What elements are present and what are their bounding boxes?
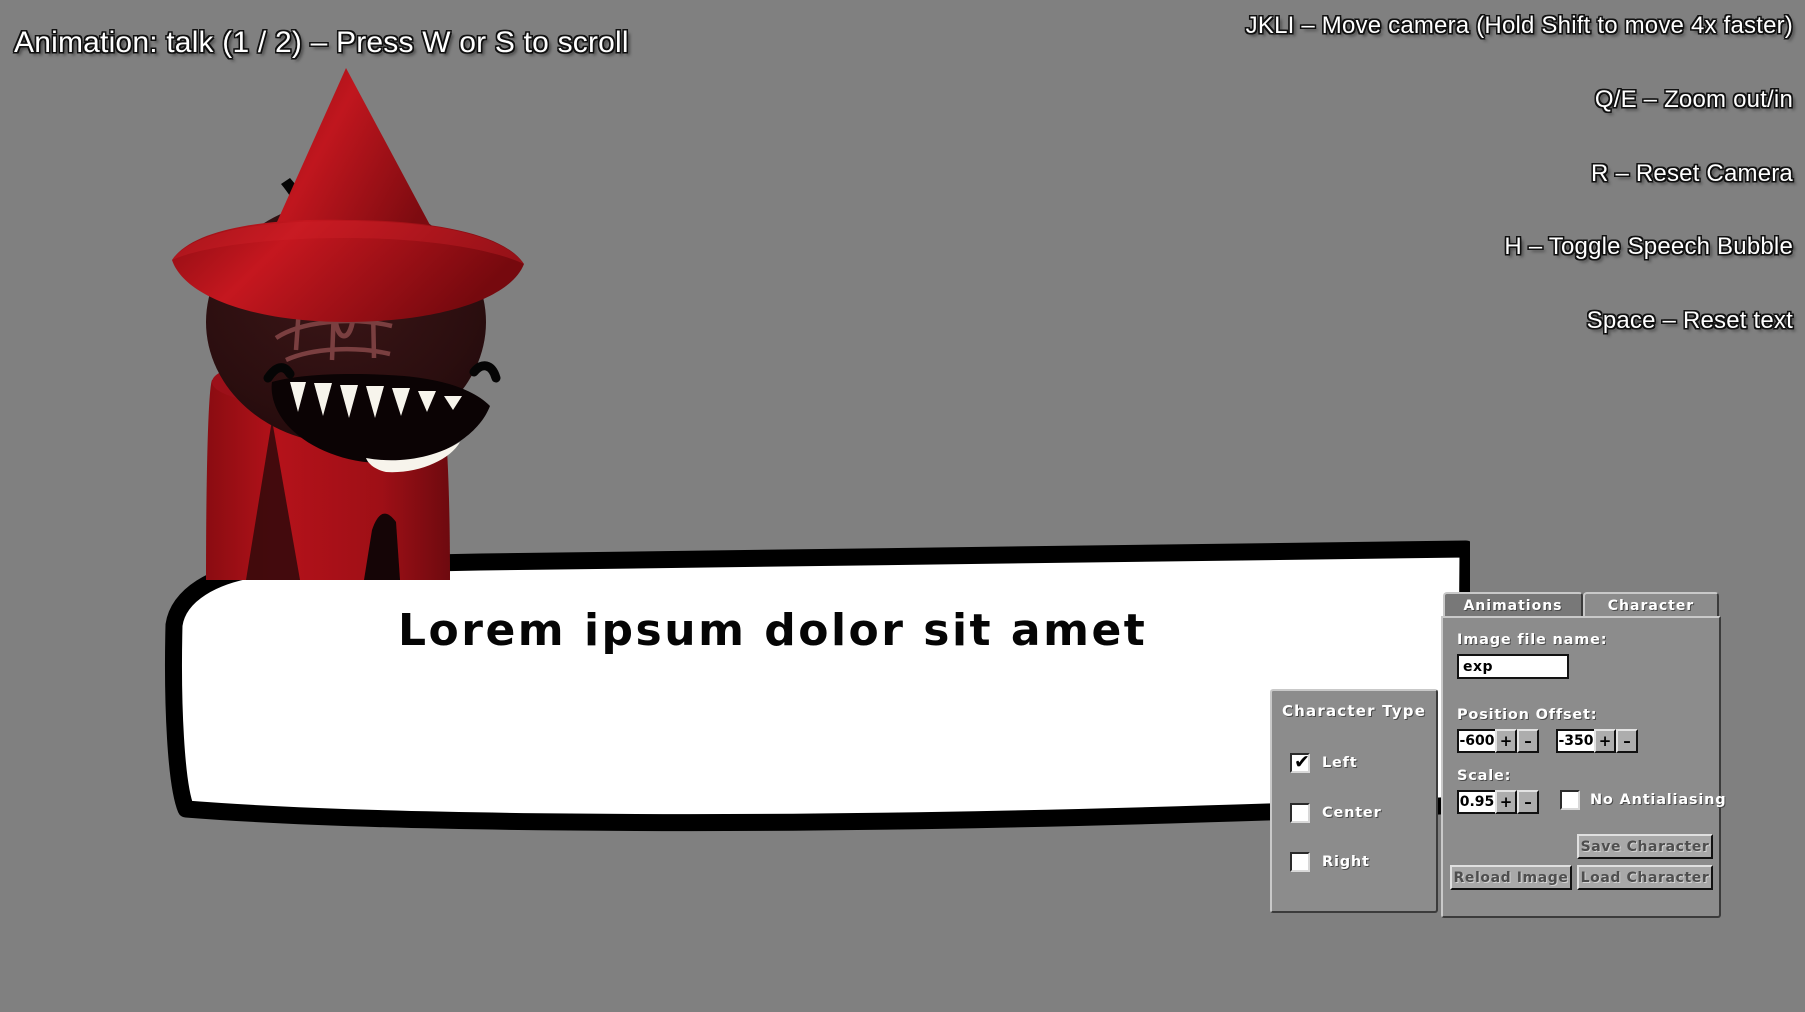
character-head <box>206 178 501 473</box>
position-offset-y-increment-button[interactable]: + <box>1594 729 1616 753</box>
character-nose-marks <box>330 196 363 226</box>
help-line-toggle-speech-bubble: H – Toggle Speech Bubble <box>1504 233 1793 260</box>
no-antialiasing-row[interactable]: No Antialiasing <box>1560 790 1726 810</box>
checkbox-right-label: Right <box>1322 854 1370 870</box>
character-type-title: Character Type <box>1281 702 1427 720</box>
help-line-zoom: Q/E – Zoom out/in <box>1594 86 1793 113</box>
checkbox-left[interactable]: ✔ <box>1290 751 1310 773</box>
help-line-reset-text: Space – Reset text <box>1586 307 1793 334</box>
help-line-move-camera: JKLI – Move camera (Hold Shift to move 4… <box>1245 12 1793 39</box>
scale-label: Scale: <box>1457 768 1512 784</box>
checkbox-center[interactable] <box>1290 803 1310 823</box>
tab-animations[interactable]: Animations <box>1443 592 1583 618</box>
checkmark-icon: ✔ <box>1294 751 1310 773</box>
character-panel: Image file name: exp Position Offset: -6… <box>1441 616 1726 918</box>
position-offset-x-decrement-button[interactable]: – <box>1517 729 1539 753</box>
position-offset-x-increment-button[interactable]: + <box>1495 729 1517 753</box>
load-character-button[interactable]: Load Character <box>1577 865 1713 890</box>
scale-value[interactable]: 0.95 <box>1457 790 1495 814</box>
character-sprite <box>172 68 524 580</box>
character-grin <box>263 361 501 473</box>
reload-image-button[interactable]: Reload Image <box>1450 865 1572 890</box>
character-hat <box>172 68 524 322</box>
position-offset-x-value[interactable]: -600 <box>1457 729 1495 753</box>
position-offset-y-spinner[interactable]: -350 + – <box>1556 729 1638 753</box>
save-character-button[interactable]: Save Character <box>1577 834 1713 859</box>
scale-spinner[interactable]: 0.95 + – <box>1457 790 1539 814</box>
scale-increment-button[interactable]: + <box>1495 790 1517 814</box>
character-type-option-right[interactable]: Right <box>1290 852 1370 872</box>
image-file-name-input[interactable]: exp <box>1457 654 1569 679</box>
checkbox-left-label: Left <box>1322 755 1358 771</box>
scale-decrement-button[interactable]: – <box>1517 790 1539 814</box>
help-line-reset-camera: R – Reset Camera <box>1591 160 1793 187</box>
position-offset-label: Position Offset: <box>1457 707 1598 723</box>
panel-tab-strip: Animations Character <box>1443 592 1719 618</box>
checkbox-no-antialiasing[interactable] <box>1560 790 1580 810</box>
character-eyebrows <box>281 178 420 288</box>
checkbox-right[interactable] <box>1290 852 1310 872</box>
app-viewport: Lorem ipsum dolor sit amet Animation: ta… <box>0 0 1805 1012</box>
speech-bubble-text: Lorem ipsum dolor sit amet <box>398 605 1148 656</box>
position-offset-x-spinner[interactable]: -600 + – <box>1457 729 1539 753</box>
position-offset-y-decrement-button[interactable]: – <box>1616 729 1638 753</box>
character-type-panel: Character Type ✔ Left Center Right <box>1270 689 1438 913</box>
character-type-option-left[interactable]: ✔ Left <box>1290 751 1358 773</box>
tab-character[interactable]: Character <box>1583 592 1719 618</box>
position-offset-y-value[interactable]: -350 <box>1556 729 1594 753</box>
animation-status-text: Animation: talk (1 / 2) – Press W or S t… <box>14 26 629 59</box>
image-file-name-label: Image file name: <box>1457 632 1608 648</box>
character-type-option-center[interactable]: Center <box>1290 803 1382 823</box>
no-antialiasing-label: No Antialiasing <box>1590 792 1727 808</box>
forehead-sigil-icon <box>270 255 401 363</box>
checkbox-center-label: Center <box>1322 805 1382 821</box>
